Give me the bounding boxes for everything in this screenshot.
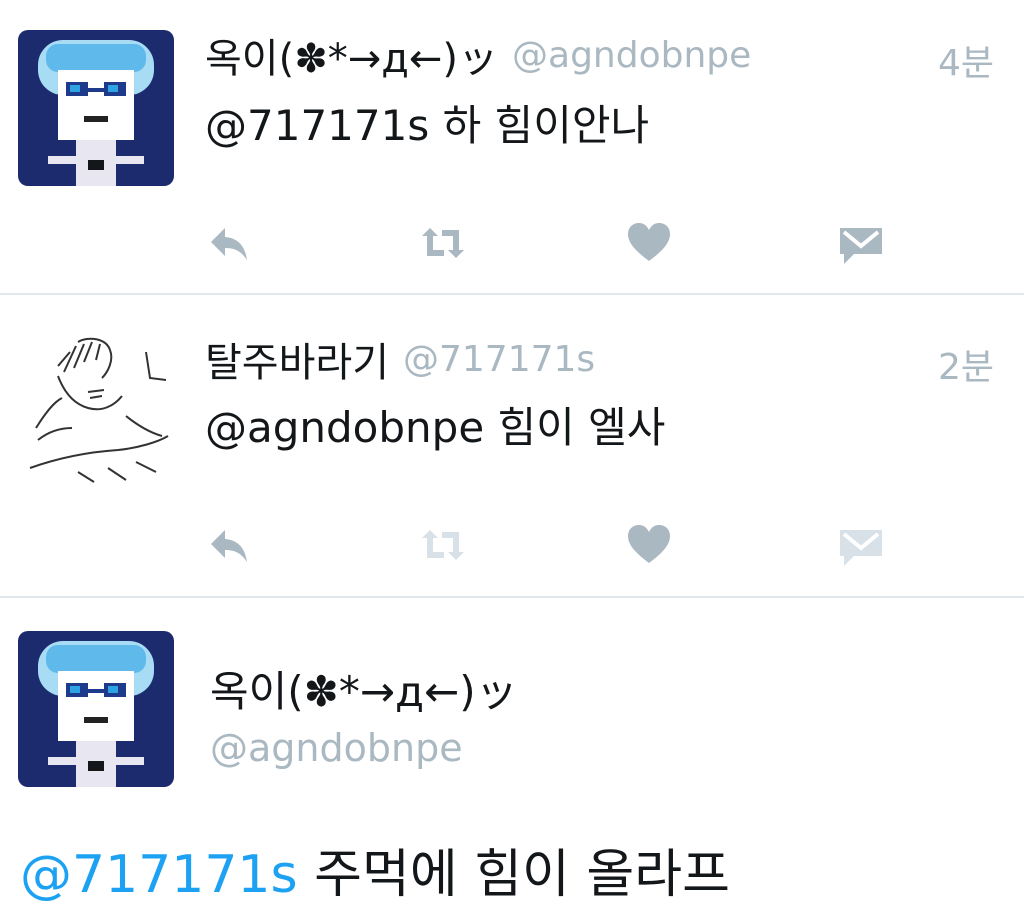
tweet-actions: [0, 520, 1024, 570]
display-name[interactable]: 탈주바라기: [205, 340, 389, 386]
timestamp: 2분: [937, 347, 994, 388]
tweet-text: @717171s 주먹에 힘이 올라프: [20, 832, 730, 907]
display-name[interactable]: 옥이(✽*→д←)ッ: [210, 658, 518, 719]
pixel-art-avatar: [18, 631, 174, 787]
sketch-avatar: [18, 332, 174, 488]
avatar[interactable]: [18, 631, 174, 787]
avatar[interactable]: [18, 332, 174, 488]
user-handle[interactable]: @717171s: [403, 339, 595, 380]
direct-message-icon[interactable]: [836, 520, 886, 570]
user-handle[interactable]: @agndobnpe: [210, 726, 463, 770]
reply-icon[interactable]: [203, 520, 253, 570]
tweet-text: @agndobnpe 힘이 엘사: [205, 403, 666, 452]
tweet-header: 탈주바라기 @717171s 2분: [205, 330, 994, 389]
retweet-icon[interactable]: [418, 520, 468, 570]
like-icon[interactable]: [624, 520, 674, 570]
mention-link[interactable]: @717171s: [20, 845, 298, 905]
tweet-body: 주먹에 힘이 올라프: [297, 845, 730, 905]
main-tweet[interactable]: 옥이(✽*→д←)ッ @agndobnpe @717171s 주먹에 힘이 올라…: [0, 598, 1024, 905]
